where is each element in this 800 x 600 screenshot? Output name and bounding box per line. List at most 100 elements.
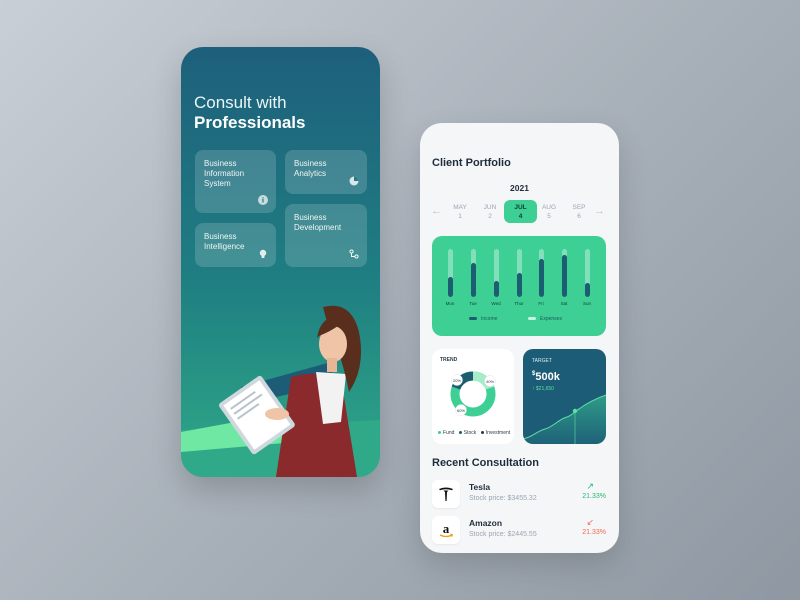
month-day: 6 <box>577 213 581 220</box>
month-aug[interactable]: AUG 5 <box>534 200 564 223</box>
trend-title: TREND <box>440 357 458 363</box>
service-card-analytics[interactable]: Business Analytics <box>285 150 367 194</box>
trend-legend: Fund Stock Investment <box>438 430 510 436</box>
tesla-logo <box>432 480 460 508</box>
month-day: 2 <box>488 213 492 220</box>
target-card[interactable]: TARGET $500k ↑ $21,650 <box>523 349 606 444</box>
expenses-swatch <box>528 317 536 321</box>
pie-chart-icon <box>349 176 359 186</box>
amazon-logo-icon: a <box>439 521 454 538</box>
next-month-arrow-icon[interactable]: → <box>594 205 605 217</box>
target-delta: ↑ $21,650 <box>532 386 554 392</box>
legend-expenses: Expenses <box>528 316 562 322</box>
month-jun[interactable]: JUN 2 <box>475 200 505 223</box>
bar-wed <box>494 249 499 297</box>
stock-price: Stock price: $2445.55 <box>469 531 537 538</box>
target-title: TARGET <box>532 358 552 364</box>
month-day: 1 <box>458 213 462 220</box>
bar-sun <box>585 249 590 297</box>
info-icon <box>258 195 268 205</box>
recent-consultation-title: Recent Consultation <box>432 457 539 469</box>
legend-fund: Fund <box>443 430 455 436</box>
bar-sat <box>562 249 567 297</box>
headline-line1: Consult with <box>194 93 287 112</box>
day-label: Fri <box>538 301 544 306</box>
month-jul[interactable]: JUL 4 <box>504 200 537 223</box>
change-percent: 21.33% <box>582 493 606 500</box>
professional-illustration <box>181 305 380 477</box>
month-day: 5 <box>547 213 551 220</box>
month-may[interactable]: MAY 1 <box>445 200 475 223</box>
month-name: AUG <box>541 204 557 211</box>
lightbulb-icon <box>259 249 267 258</box>
svg-text:a: a <box>443 521 450 536</box>
bar-thur <box>517 249 522 297</box>
stock-price: Stock price: $3455.32 <box>469 495 537 502</box>
portfolio-screen: Client Portfolio 2021 ← MAY 1 JUN 2 JUL … <box>420 123 619 553</box>
service-label: Business Intelligence <box>204 232 245 251</box>
service-card-development[interactable]: Business Development <box>285 204 367 267</box>
consultation-row-amazon[interactable]: a Amazon Stock price: $2445.55 ↙ 21.33% <box>432 516 606 546</box>
income-bar <box>471 263 476 297</box>
day-label: Sat <box>560 301 568 306</box>
portfolio-title: Client Portfolio <box>432 157 511 169</box>
service-label: Business Information System <box>204 159 245 188</box>
company-name: Tesla <box>469 482 491 492</box>
trend-label-40: 40% <box>486 379 494 384</box>
month-sep[interactable]: SEP 6 <box>564 200 594 223</box>
trend-card[interactable]: TREND 20% 40% 60% Fund Stock Investment <box>432 349 514 444</box>
consult-screen: Consult with Professionals Business Info… <box>181 47 380 477</box>
trend-label-20: 20% <box>453 378 461 383</box>
target-area-chart <box>523 394 606 444</box>
target-delta-value: $21,650 <box>535 386 554 392</box>
day-label: Mon <box>445 301 455 306</box>
trend-label-60: 60% <box>457 408 465 413</box>
legend-label: Income <box>481 316 498 322</box>
month-name: SEP <box>572 204 586 211</box>
month-day: 4 <box>518 213 523 220</box>
consultation-row-tesla[interactable]: Tesla Stock price: $3455.32 ↗ 21.33% <box>432 480 606 510</box>
income-bar <box>562 255 567 297</box>
income-bar <box>539 259 544 297</box>
bar-fri <box>539 249 544 297</box>
day-label: Wed <box>491 301 501 306</box>
day-label: Sun <box>582 301 591 306</box>
tesla-logo-icon <box>439 487 453 501</box>
bar-tue <box>471 249 476 297</box>
headline-line2: Professionals <box>194 113 306 132</box>
income-bar <box>517 273 522 297</box>
month-name: MAY <box>453 204 467 211</box>
target-value: $500k <box>532 371 560 383</box>
income-swatch <box>469 317 477 321</box>
income-bar <box>494 281 499 297</box>
weekly-chart-card: Mon Tue Wed Thur Fri Sat Sun Income Expe… <box>432 236 606 336</box>
change-percent: 21.33% <box>582 529 606 536</box>
target-amount: 500k <box>535 371 560 383</box>
trend-down-arrow-icon: ↙ <box>586 517 594 527</box>
legend-income: Income <box>469 316 497 322</box>
amazon-logo: a <box>432 516 460 544</box>
legend-stock: Stock <box>463 430 477 436</box>
trend-donut: 20% 40% 60% <box>450 371 496 417</box>
service-label: Business Development <box>294 213 342 232</box>
company-name: Amazon <box>469 518 503 528</box>
income-bar <box>448 277 453 297</box>
legend-label: Expenses <box>540 316 562 322</box>
fund-dot <box>438 431 441 435</box>
legend-investment: Investment <box>485 430 511 436</box>
service-card-intelligence[interactable]: Business Intelligence <box>195 223 276 267</box>
bar-mon <box>448 249 453 297</box>
trend-up-arrow-icon: ↗ <box>586 481 594 491</box>
month-name: JUN <box>483 204 497 211</box>
day-label: Thur <box>514 301 524 306</box>
day-label: Tue <box>469 301 477 306</box>
income-bar <box>585 283 590 297</box>
service-label: Business Analytics <box>294 159 327 178</box>
month-name: JUL <box>514 204 527 211</box>
prev-month-arrow-icon[interactable]: ← <box>431 205 442 217</box>
year-label: 2021 <box>510 183 529 193</box>
service-card-information-system[interactable]: Business Information System <box>195 150 276 213</box>
nodes-icon <box>349 249 359 259</box>
investment-dot <box>480 431 484 435</box>
stock-dot <box>458 431 462 435</box>
